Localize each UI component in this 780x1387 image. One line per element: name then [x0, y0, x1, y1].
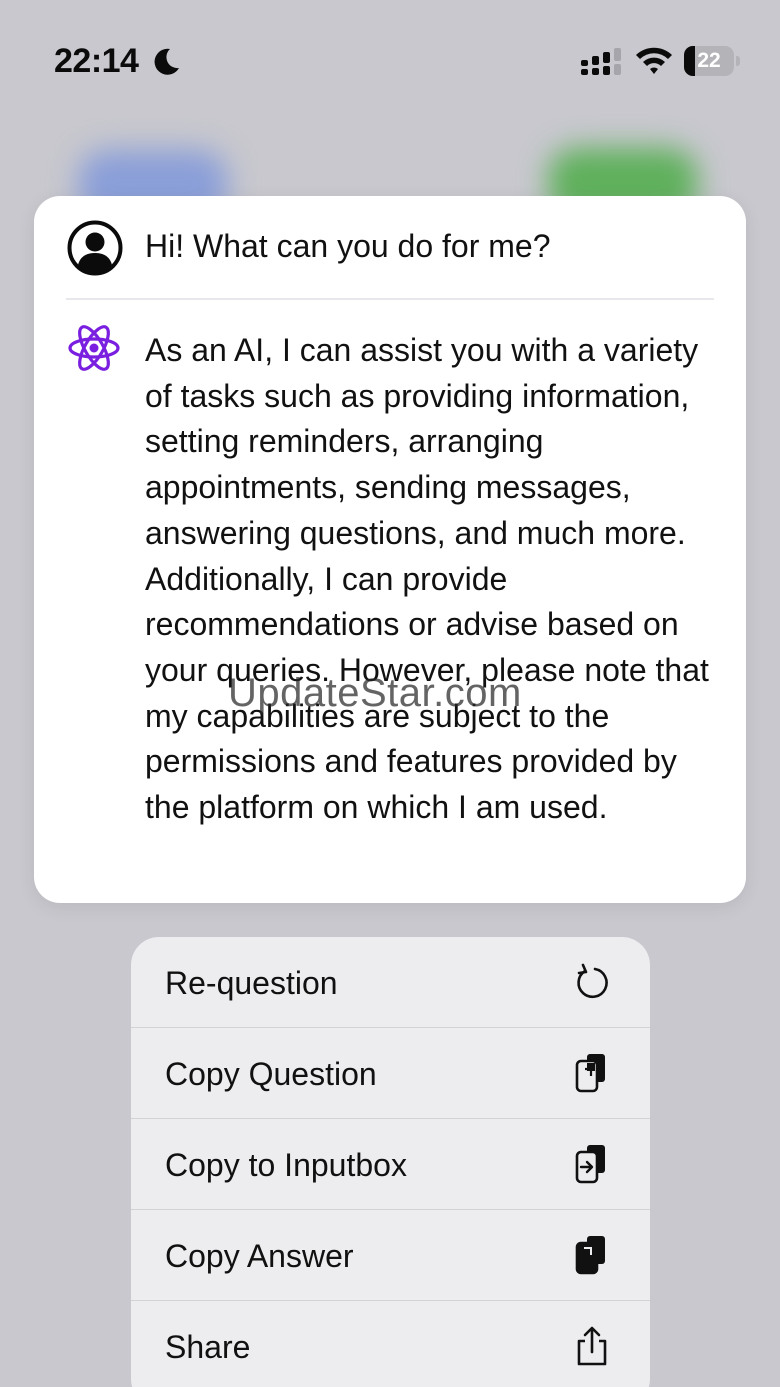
context-menu: Re-question Copy Question Copy to Inputb… — [131, 937, 650, 1387]
menu-item-label: Re-question — [165, 965, 338, 1001]
menu-item-copy-to-inputbox[interactable]: Copy to Inputbox — [131, 1119, 650, 1210]
menu-item-re-question[interactable]: Re-question — [131, 937, 650, 1028]
divider — [66, 298, 714, 300]
chat-message-card[interactable]: Hi! What can you do for me? As an AI, I … — [34, 196, 746, 903]
copy-to-inputbox-icon — [575, 1145, 605, 1184]
menu-item-copy-question[interactable]: Copy Question — [131, 1028, 650, 1119]
battery-icon: 22 — [684, 46, 740, 76]
menu-item-copy-answer[interactable]: Copy Answer — [131, 1210, 650, 1301]
question-text: Hi! What can you do for me? — [145, 228, 551, 264]
user-avatar-icon — [67, 220, 123, 276]
moon-icon — [154, 48, 179, 75]
answer-text: As an AI, I can assist you with a variet… — [145, 332, 709, 826]
menu-item-label: Copy Answer — [165, 1238, 354, 1274]
signal-icon — [581, 48, 621, 75]
wifi-icon — [636, 47, 672, 74]
status-bar: 22:14 22 — [0, 0, 780, 120]
share-icon — [577, 1326, 607, 1366]
menu-item-share[interactable]: Share — [131, 1301, 650, 1387]
copy-answer-icon — [575, 1236, 605, 1275]
menu-item-label: Share — [165, 1329, 251, 1365]
battery-level: 22 — [697, 49, 721, 72]
refresh-icon — [577, 963, 608, 999]
menu-item-label: Copy to Inputbox — [165, 1147, 407, 1183]
copy-question-icon — [575, 1054, 605, 1093]
status-time: 22:14 — [54, 42, 139, 80]
atom-icon — [68, 325, 120, 371]
menu-item-label: Copy Question — [165, 1056, 377, 1092]
watermark: UpdateStar.com — [228, 671, 522, 715]
